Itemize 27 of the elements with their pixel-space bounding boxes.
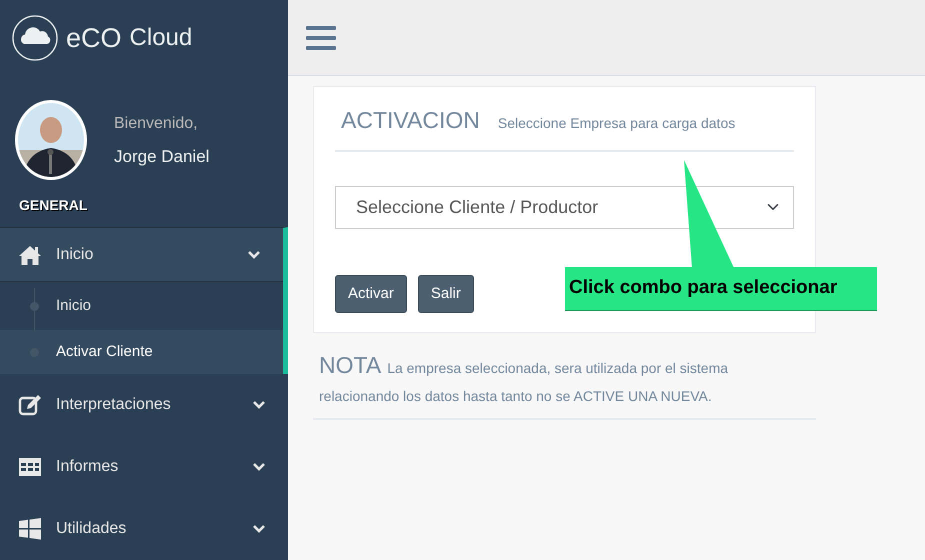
action-button[interactable]: Activar: [335, 274, 407, 313]
submenu-item[interactable]: Activar Cliente: [0, 330, 283, 374]
menu-item[interactable]: Informes: [0, 436, 288, 498]
chevron-down-icon: [252, 524, 266, 534]
user-name: Jorge Daniel: [114, 146, 210, 168]
submenu-item[interactable]: Inicio: [0, 282, 283, 330]
brand-title: eCO: [66, 22, 122, 55]
action-button[interactable]: Salir: [418, 274, 474, 313]
table-icon: [18, 456, 42, 478]
menu-item[interactable]: Utilidades: [0, 498, 288, 560]
brand-subtitle: Cloud: [130, 22, 192, 53]
greeting-text: Bienvenido,: [114, 114, 199, 134]
section-heading: GENERAL: [18, 196, 88, 216]
menu-icon[interactable]: [306, 24, 336, 50]
panel-title: ACTIVACION: [341, 106, 480, 135]
note-text: NOTA La empresa seleccionada, sera utilizada por el sistema relacionando los datos hasta tanto no se ACTIVE UNA NUEVA.: [319, 351, 730, 406]
chevron-down-icon: [252, 400, 266, 410]
chevron-down-icon: [252, 462, 266, 472]
client-select[interactable]: Seleccione Cliente / Productor: [335, 186, 794, 228]
panel-subtitle: Seleccione Empresa para carga datos: [498, 114, 736, 133]
edit-icon: [18, 394, 42, 416]
menu-item[interactable]: Interpretaciones: [0, 374, 288, 436]
cloud-logo-icon: [12, 14, 58, 61]
windows-icon: [18, 518, 42, 540]
chevron-down-icon: [247, 250, 261, 260]
home-icon: [18, 244, 42, 266]
menu-item[interactable]: Inicio: [0, 227, 288, 282]
